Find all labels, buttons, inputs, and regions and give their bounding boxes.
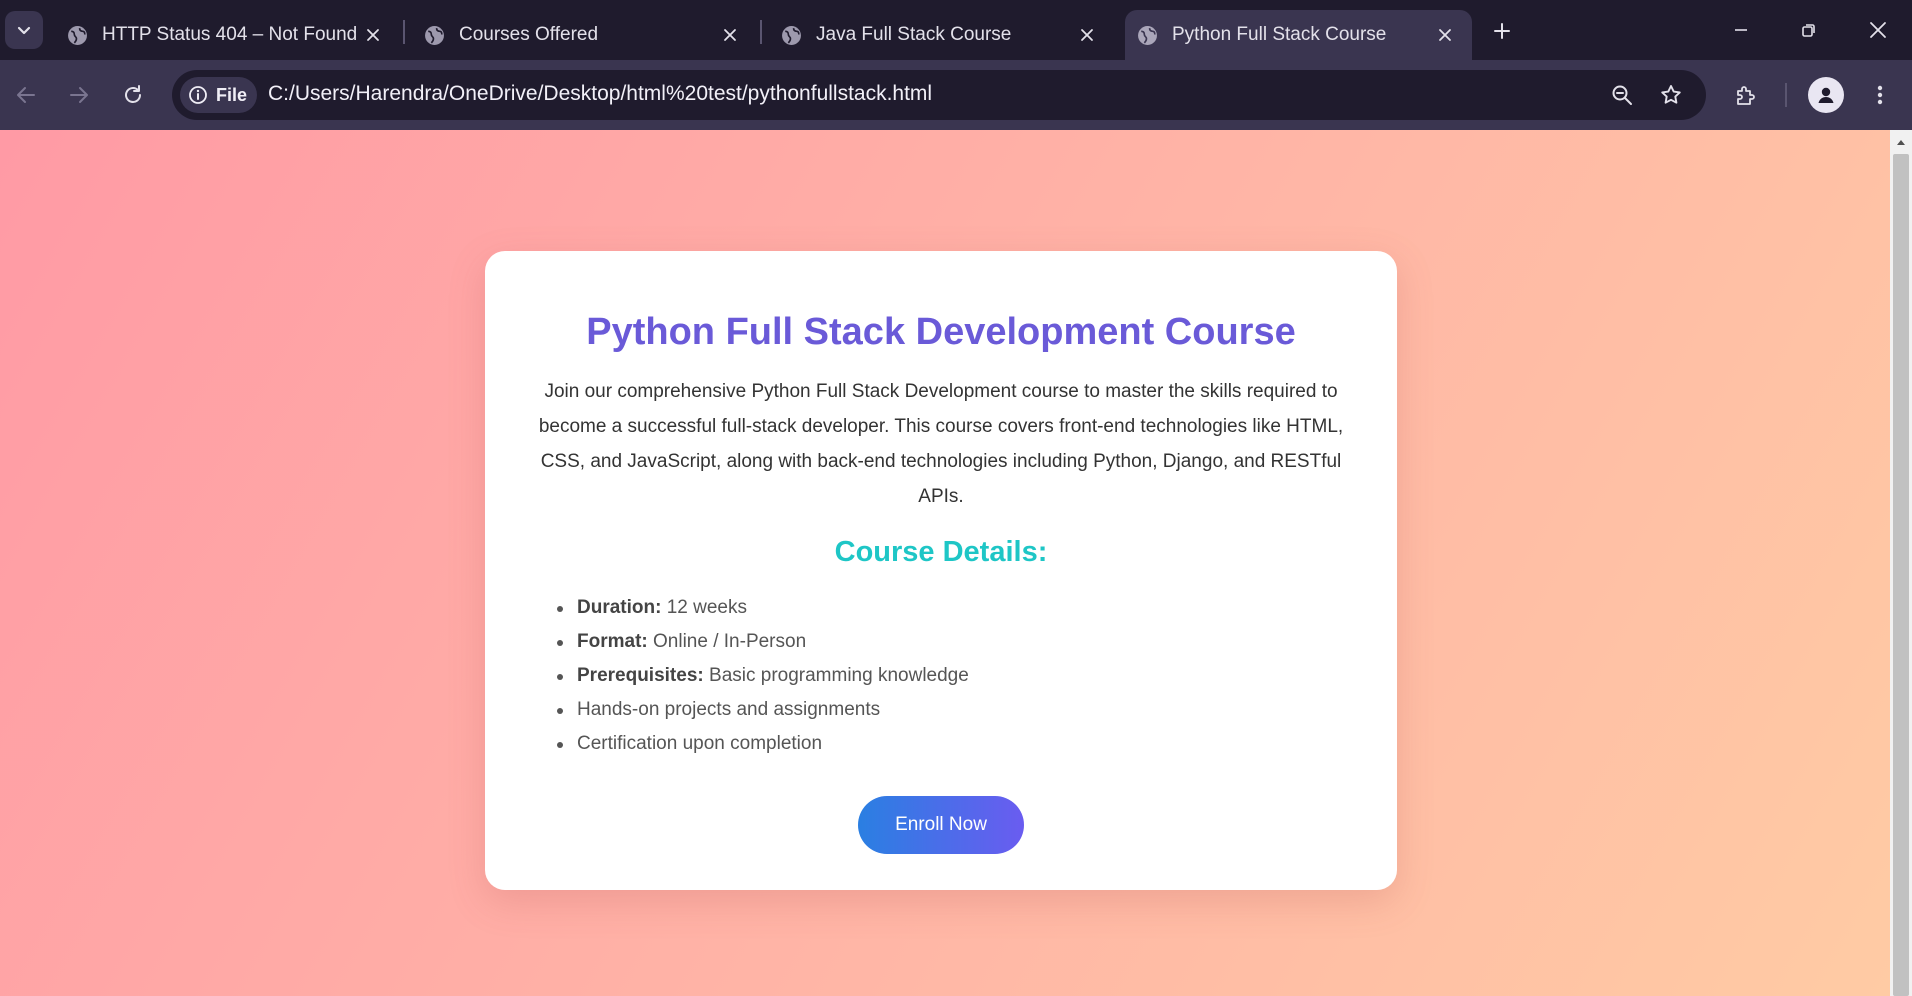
- close-icon: [367, 29, 379, 41]
- address-bar[interactable]: File C:/Users/Harendra/OneDrive/Desktop/…: [172, 70, 1706, 120]
- tab-courses-offered[interactable]: Courses Offered: [402, 10, 757, 60]
- tab-title: Courses Offered: [459, 24, 599, 45]
- tab-close-button[interactable]: [1430, 20, 1460, 50]
- close-window-button[interactable]: [1848, 10, 1908, 50]
- new-tab-icon: [1494, 23, 1510, 39]
- scheme-label: File: [216, 84, 248, 105]
- globe-icon: [425, 25, 444, 45]
- enroll-now-button[interactable]: Enroll Now: [858, 796, 1024, 854]
- page-scrollbar[interactable]: [1890, 130, 1912, 996]
- detail-value: Online / In-Person: [653, 631, 807, 652]
- back-icon: [17, 87, 35, 103]
- list-item-projects: Hands-on projects and assignments: [557, 693, 969, 727]
- minimize-icon: [1735, 29, 1747, 31]
- restore-button[interactable]: [1779, 10, 1839, 50]
- globe-icon: [1138, 25, 1157, 45]
- scrollbar-thumb[interactable]: [1893, 154, 1909, 996]
- details-heading: Course Details:: [834, 536, 1048, 568]
- extensions-button[interactable]: [1726, 75, 1766, 115]
- bookmark-button[interactable]: [1655, 79, 1687, 111]
- tab-title: Java Full Stack Course: [816, 24, 1012, 45]
- zoom-button[interactable]: [1606, 79, 1638, 111]
- tab-close-button[interactable]: [1072, 20, 1102, 50]
- globe-icon: [68, 25, 87, 45]
- close-icon: [724, 29, 736, 41]
- bookmark-star-icon: [1661, 85, 1681, 104]
- new-tab-button[interactable]: [1486, 15, 1518, 47]
- tab-python-full-stack[interactable]: Python Full Stack Course: [1125, 10, 1472, 60]
- tab-search-button[interactable]: [5, 11, 43, 49]
- browser-toolbar: File C:/Users/Harendra/OneDrive/Desktop/…: [0, 60, 1912, 130]
- zoom-icon: [1612, 85, 1632, 105]
- tab-404[interactable]: HTTP Status 404 – Not Found: [45, 10, 400, 60]
- list-item-duration: Duration: 12 weeks: [557, 591, 969, 625]
- detail-label: Duration:: [577, 597, 662, 618]
- browser-menu-button[interactable]: [1860, 75, 1900, 115]
- globe-icon: [782, 25, 801, 45]
- profile-icon: [1818, 87, 1834, 103]
- reload-button[interactable]: [113, 75, 153, 115]
- detail-value: Certification upon completion: [577, 733, 823, 754]
- reload-icon: [125, 85, 141, 103]
- list-item-format: Format: Online / In-Person: [557, 625, 969, 659]
- tab-close-button[interactable]: [358, 20, 388, 50]
- course-intro: Join our comprehensive Python Full Stack…: [538, 381, 1344, 507]
- page-viewport: Python Full Stack Development Course Joi…: [0, 130, 1890, 996]
- url-text[interactable]: C:/Users/Harendra/OneDrive/Desktop/html%…: [268, 82, 932, 106]
- extensions-icon: [1737, 86, 1755, 105]
- profile-button[interactable]: [1808, 77, 1844, 113]
- scroll-up-arrow-icon: [1897, 140, 1905, 145]
- site-info-chip[interactable]: File: [180, 77, 258, 113]
- back-button[interactable]: [6, 75, 46, 115]
- tab-title: Python Full Stack Course: [1172, 24, 1387, 45]
- close-icon: [1081, 29, 1093, 41]
- forward-button[interactable]: [59, 75, 99, 115]
- detail-value: 12 weeks: [666, 597, 747, 618]
- tab-title: HTTP Status 404 – Not Found: [102, 24, 358, 45]
- tab-close-button[interactable]: [715, 20, 745, 50]
- toolbar-divider: [1785, 83, 1787, 107]
- detail-label: Prerequisites:: [577, 665, 704, 686]
- list-item-certification: Certification upon completion: [557, 727, 969, 761]
- list-item-prerequisites: Prerequisites: Basic programming knowled…: [557, 659, 969, 693]
- detail-value: Hands-on projects and assignments: [577, 699, 881, 720]
- course-details-list: Duration: 12 weeks Format: Online / In-P…: [557, 591, 969, 761]
- tab-java-full-stack[interactable]: Java Full Stack Course: [759, 10, 1114, 60]
- scroll-up-button[interactable]: [1890, 134, 1912, 150]
- detail-label: Format:: [577, 631, 648, 652]
- page-title: Python Full Stack Development Course: [586, 311, 1296, 353]
- course-card: Python Full Stack Development Course Joi…: [485, 251, 1397, 890]
- restore-icon: [1802, 24, 1815, 37]
- close-icon: [1439, 29, 1451, 41]
- tab-search-icon: [17, 26, 31, 35]
- menu-icon: [1877, 85, 1883, 105]
- close-icon: [1870, 22, 1886, 38]
- minimize-button[interactable]: [1711, 10, 1771, 50]
- detail-value: Basic programming knowledge: [709, 665, 969, 686]
- tab-strip: HTTP Status 404 – Not Found Courses Offe…: [0, 0, 1912, 60]
- forward-icon: [70, 87, 88, 103]
- info-icon: [189, 86, 207, 104]
